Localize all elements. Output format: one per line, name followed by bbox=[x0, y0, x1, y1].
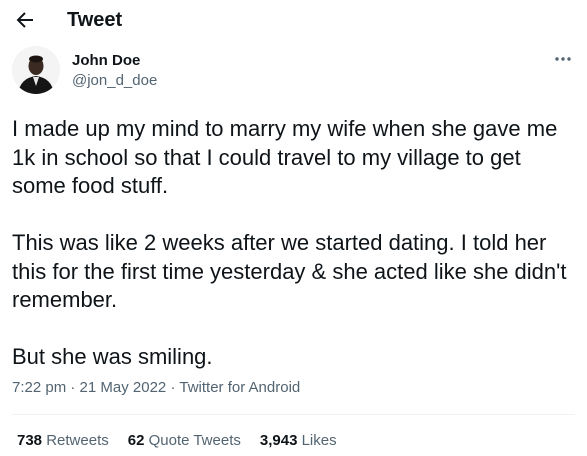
meta-separator: · bbox=[170, 379, 176, 396]
tweet-paragraph: I made up my mind to marry my wife when … bbox=[12, 116, 558, 198]
retweets-stat[interactable]: 738 Retweets bbox=[17, 432, 109, 450]
quote-tweets-stat[interactable]: 62 Quote Tweets bbox=[128, 432, 241, 450]
tweet-paragraph: But she was smiling. bbox=[12, 344, 213, 369]
tweet-date[interactable]: 21 May 2022 bbox=[80, 379, 167, 396]
quote-tweets-count: 62 bbox=[127, 432, 145, 449]
tweet-meta: 7:22 pm · 21 May 2022 · Twitter for Andr… bbox=[12, 378, 300, 398]
divider bbox=[12, 414, 575, 415]
tweet-paragraph: This was like 2 weeks after we started d… bbox=[12, 230, 567, 312]
more-horizontal-icon[interactable] bbox=[551, 52, 575, 66]
page-title: Tweet bbox=[67, 9, 123, 31]
top-bar: Tweet bbox=[0, 0, 587, 40]
likes-count: 3,943 bbox=[259, 432, 298, 449]
retweets-label: Retweets bbox=[46, 432, 109, 449]
meta-separator: · bbox=[70, 379, 76, 396]
tweet-stats: 738 Retweets 62 Quote Tweets 3,943 Likes bbox=[17, 432, 337, 450]
tweet-time[interactable]: 7:22 pm bbox=[12, 379, 66, 396]
arrow-left-icon[interactable] bbox=[13, 8, 37, 32]
likes-stat[interactable]: 3,943 Likes bbox=[260, 432, 337, 450]
tweet-author: John Doe @jon_d_doe bbox=[12, 46, 575, 100]
author-name[interactable]: John Doe bbox=[72, 52, 140, 70]
author-handle[interactable]: @jon_d_doe bbox=[72, 72, 157, 90]
likes-label: Likes bbox=[301, 432, 337, 449]
quote-tweets-label: Quote Tweets bbox=[148, 432, 241, 449]
retweets-count: 738 bbox=[17, 432, 43, 449]
avatar[interactable] bbox=[12, 46, 60, 94]
tweet-text: I made up my mind to marry my wife when … bbox=[12, 115, 577, 372]
tweet-source[interactable]: Twitter for Android bbox=[179, 379, 300, 396]
